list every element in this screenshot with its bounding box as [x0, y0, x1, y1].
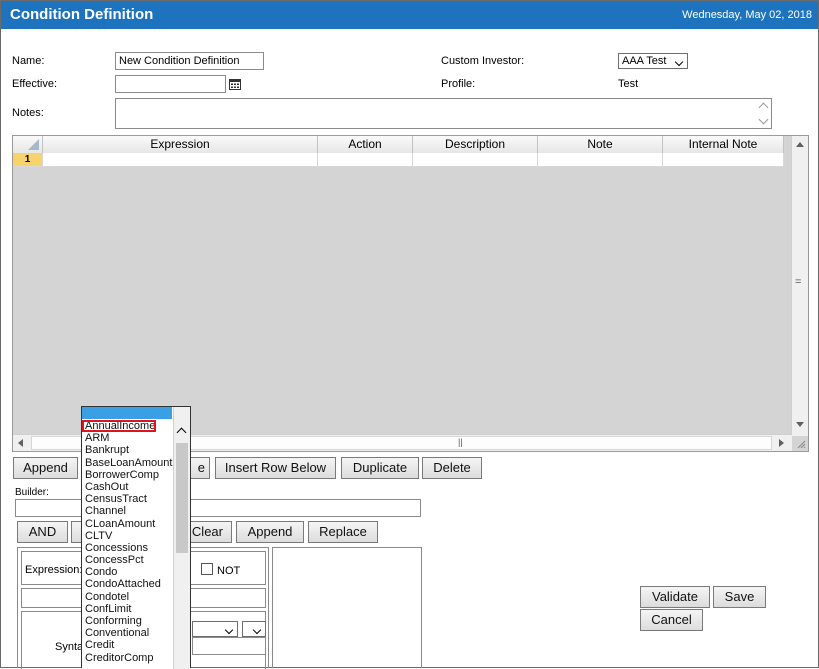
title-bar: Condition Definition Wednesday, May 02, …	[1, 1, 818, 29]
name-label: Name:	[12, 55, 45, 67]
insert-row-below-button[interactable]: Insert Row Below	[215, 457, 336, 479]
dropdown-option[interactable]: Conventional	[82, 627, 172, 639]
dropdown-option[interactable]: Conforming	[82, 615, 172, 627]
column-header-action[interactable]: Action	[318, 136, 413, 153]
dropdown-options: AnnualIncome ARM Bankrupt BaseLoanAmount…	[82, 420, 172, 664]
dropdown-option-annualincome[interactable]: AnnualIncome	[82, 420, 156, 433]
dropdown-option[interactable]: CLoanAmount	[82, 518, 172, 530]
profile-label: Profile:	[441, 78, 476, 90]
cell-description[interactable]	[413, 153, 538, 167]
dropdown-option[interactable]: BaseLoanAmount	[82, 457, 172, 469]
output-panel[interactable]	[272, 547, 422, 668]
expression-grid[interactable]: Expression Action Description Note Inter…	[12, 135, 809, 452]
row-number[interactable]: 1	[13, 153, 43, 167]
chevron-down-icon	[252, 624, 262, 636]
dropdown-option[interactable]: ARM	[82, 432, 172, 444]
cell-expression[interactable]	[43, 153, 318, 167]
dropdown-option[interactable]: ConcessPct	[82, 554, 172, 566]
and-button[interactable]: AND	[17, 521, 68, 543]
dropdown-option[interactable]: Bankrupt	[82, 444, 172, 456]
replace-button[interactable]: Replace	[308, 521, 378, 543]
expression-label: Expression:	[25, 564, 83, 576]
effective-label: Effective:	[12, 78, 58, 90]
dropdown-option[interactable]: CreditorComp	[82, 652, 172, 664]
custom-investor-value: AAA Test	[622, 55, 667, 67]
scroll-grip-icon: ||	[458, 437, 463, 447]
not-label: NOT	[217, 565, 241, 577]
dropdown-option[interactable]: CondoAttached	[82, 578, 172, 590]
cell-internal-note[interactable]	[663, 153, 784, 167]
delete-button[interactable]: Delete	[422, 457, 482, 479]
cell-note[interactable]	[538, 153, 663, 167]
validate-button[interactable]: Validate	[640, 586, 710, 608]
scroll-right-icon[interactable]	[779, 439, 784, 447]
custom-investor-label: Custom Investor:	[441, 55, 525, 67]
scroll-left-icon[interactable]	[18, 439, 23, 447]
field-dropdown-list[interactable]: AnnualIncome ARM Bankrupt BaseLoanAmount…	[81, 406, 191, 669]
cell-action[interactable]	[318, 153, 413, 167]
scroll-grip-icon: =	[795, 276, 802, 288]
page-title: Condition Definition	[10, 6, 154, 23]
notes-textarea[interactable]	[115, 98, 772, 129]
grid-vertical-scrollbar[interactable]: =	[791, 136, 808, 436]
notes-label: Notes:	[12, 107, 44, 119]
append-row-button[interactable]: Append	[13, 457, 78, 479]
dropdown-option[interactable]: Credit	[82, 639, 172, 651]
syntax-input[interactable]	[192, 637, 266, 655]
effective-date-field[interactable]	[115, 75, 226, 93]
dropdown-option[interactable]: Concessions	[82, 542, 172, 554]
duplicate-button[interactable]: Duplicate	[341, 457, 419, 479]
dropdown-option[interactable]: Condotel	[82, 591, 172, 603]
builder-append-button[interactable]: Append	[236, 521, 304, 543]
chevron-up-icon[interactable]	[176, 427, 187, 439]
cancel-button[interactable]: Cancel	[640, 609, 703, 631]
column-header-note[interactable]: Note	[538, 136, 663, 153]
column-header-expression[interactable]: Expression	[43, 136, 318, 153]
column-header-description[interactable]: Description	[413, 136, 538, 153]
dropdown-option[interactable]: CashOut	[82, 481, 172, 493]
notes-scroll-down-icon[interactable]	[758, 114, 769, 126]
dropdown-option[interactable]: BorrowerComp	[82, 469, 172, 481]
scroll-up-icon[interactable]	[796, 142, 804, 147]
chevron-down-icon	[224, 624, 234, 636]
chevron-down-icon	[674, 56, 684, 68]
dropdown-option[interactable]: Condo	[82, 566, 172, 578]
column-header-internal-note[interactable]: Internal Note	[663, 136, 784, 153]
dropdown-scroll-thumb[interactable]	[176, 443, 188, 553]
dropdown-option[interactable]: Channel	[82, 505, 172, 517]
calendar-icon[interactable]	[229, 78, 241, 90]
dropdown-scrollbar[interactable]	[173, 407, 190, 669]
table-row[interactable]: 1	[13, 153, 784, 167]
dropdown-option[interactable]: CensusTract	[82, 493, 172, 505]
not-checkbox[interactable]	[201, 563, 213, 575]
name-field[interactable]: New Condition Definition	[115, 52, 264, 70]
grid-corner[interactable]	[13, 136, 43, 153]
custom-investor-select[interactable]: AAA Test	[618, 53, 688, 69]
dropdown-option[interactable]: ConfLimit	[82, 603, 172, 615]
save-button[interactable]: Save	[713, 586, 766, 608]
scroll-down-icon[interactable]	[796, 422, 804, 427]
select-all-icon	[28, 139, 39, 150]
dropdown-option[interactable]: CLTV	[82, 530, 172, 542]
resize-grip-icon[interactable]	[796, 439, 806, 449]
notes-scroll-up-icon[interactable]	[758, 102, 769, 114]
syntax-select-1[interactable]	[192, 621, 238, 637]
syntax-select-2[interactable]	[242, 621, 266, 637]
grid-header: Expression Action Description Note Inter…	[13, 136, 784, 153]
current-date: Wednesday, May 02, 2018	[682, 9, 812, 21]
builder-label: Builder:	[15, 487, 49, 498]
syntax-label: Synta	[55, 641, 84, 653]
builder-input[interactable]	[15, 499, 421, 517]
profile-value: Test	[618, 78, 639, 90]
dropdown-header	[82, 407, 172, 419]
